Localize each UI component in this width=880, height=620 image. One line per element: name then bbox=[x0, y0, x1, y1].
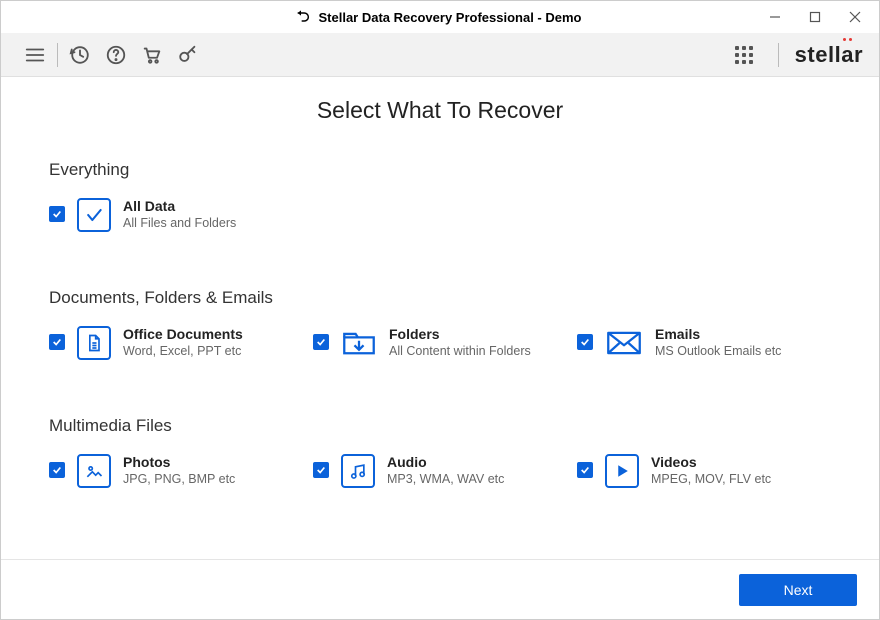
footer: Next bbox=[1, 559, 879, 619]
category-title: All Data bbox=[123, 198, 236, 214]
main-content: Select What To Recover Everything All Da… bbox=[1, 77, 879, 559]
key-icon[interactable] bbox=[170, 37, 206, 73]
category-title: Emails bbox=[655, 326, 781, 342]
section-multimedia: Multimedia Files Photos JPG, PNG, BMP et… bbox=[49, 416, 831, 488]
checkbox-audio[interactable] bbox=[313, 462, 329, 478]
window-title: Stellar Data Recovery Professional - Dem… bbox=[319, 10, 582, 25]
category-photos[interactable]: Photos JPG, PNG, BMP etc bbox=[49, 454, 303, 488]
section-label-documents: Documents, Folders & Emails bbox=[49, 288, 831, 308]
checkbox-photos[interactable] bbox=[49, 462, 65, 478]
checkbox-emails[interactable] bbox=[577, 334, 593, 350]
folder-download-icon bbox=[341, 326, 377, 360]
image-icon bbox=[77, 454, 111, 488]
checkbox-all-data[interactable] bbox=[49, 206, 65, 222]
section-label-multimedia: Multimedia Files bbox=[49, 416, 831, 436]
category-title: Videos bbox=[651, 454, 771, 470]
checkbox-videos[interactable] bbox=[577, 462, 593, 478]
category-audio[interactable]: Audio MP3, WMA, WAV etc bbox=[313, 454, 567, 488]
category-subtitle: All Files and Folders bbox=[123, 216, 236, 230]
music-note-icon bbox=[341, 454, 375, 488]
envelope-icon bbox=[605, 326, 643, 360]
apps-grid-icon[interactable] bbox=[726, 37, 762, 73]
category-subtitle: Word, Excel, PPT etc bbox=[123, 344, 243, 358]
category-subtitle: MS Outlook Emails etc bbox=[655, 344, 781, 358]
category-title: Photos bbox=[123, 454, 235, 470]
category-title: Folders bbox=[389, 326, 531, 342]
category-title: Office Documents bbox=[123, 326, 243, 342]
category-subtitle: MPEG, MOV, FLV etc bbox=[651, 472, 771, 486]
category-emails[interactable]: Emails MS Outlook Emails etc bbox=[577, 326, 831, 360]
category-videos[interactable]: Videos MPEG, MOV, FLV etc bbox=[577, 454, 831, 488]
menu-icon[interactable] bbox=[17, 37, 53, 73]
close-button[interactable] bbox=[835, 1, 875, 33]
history-icon[interactable] bbox=[62, 37, 98, 73]
page-title: Select What To Recover bbox=[49, 97, 831, 124]
check-icon bbox=[77, 198, 111, 232]
toolbar: stellar bbox=[1, 33, 879, 77]
category-office-documents[interactable]: Office Documents Word, Excel, PPT etc bbox=[49, 326, 303, 360]
checkbox-office-documents[interactable] bbox=[49, 334, 65, 350]
section-label-everything: Everything bbox=[49, 160, 831, 180]
separator bbox=[57, 43, 58, 67]
cart-icon[interactable] bbox=[134, 37, 170, 73]
title-bar: Stellar Data Recovery Professional - Dem… bbox=[1, 1, 879, 33]
category-folders[interactable]: Folders All Content within Folders bbox=[313, 326, 567, 360]
category-subtitle: JPG, PNG, BMP etc bbox=[123, 472, 235, 486]
minimize-button[interactable] bbox=[755, 1, 795, 33]
maximize-button[interactable] bbox=[795, 1, 835, 33]
separator bbox=[778, 43, 779, 67]
brand-logo: stellar bbox=[795, 42, 863, 68]
undo-arrow-icon bbox=[295, 9, 311, 25]
checkbox-folders[interactable] bbox=[313, 334, 329, 350]
category-title: Audio bbox=[387, 454, 504, 470]
section-everything: Everything All Data All Files and Folder… bbox=[49, 160, 831, 232]
document-icon bbox=[77, 326, 111, 360]
section-documents: Documents, Folders & Emails Office Docum… bbox=[49, 288, 831, 360]
play-icon bbox=[605, 454, 639, 488]
next-button[interactable]: Next bbox=[739, 574, 857, 606]
category-all-data[interactable]: All Data All Files and Folders bbox=[49, 198, 303, 232]
category-subtitle: All Content within Folders bbox=[389, 344, 531, 358]
help-icon[interactable] bbox=[98, 37, 134, 73]
category-subtitle: MP3, WMA, WAV etc bbox=[387, 472, 504, 486]
app-window: Stellar Data Recovery Professional - Dem… bbox=[0, 0, 880, 620]
